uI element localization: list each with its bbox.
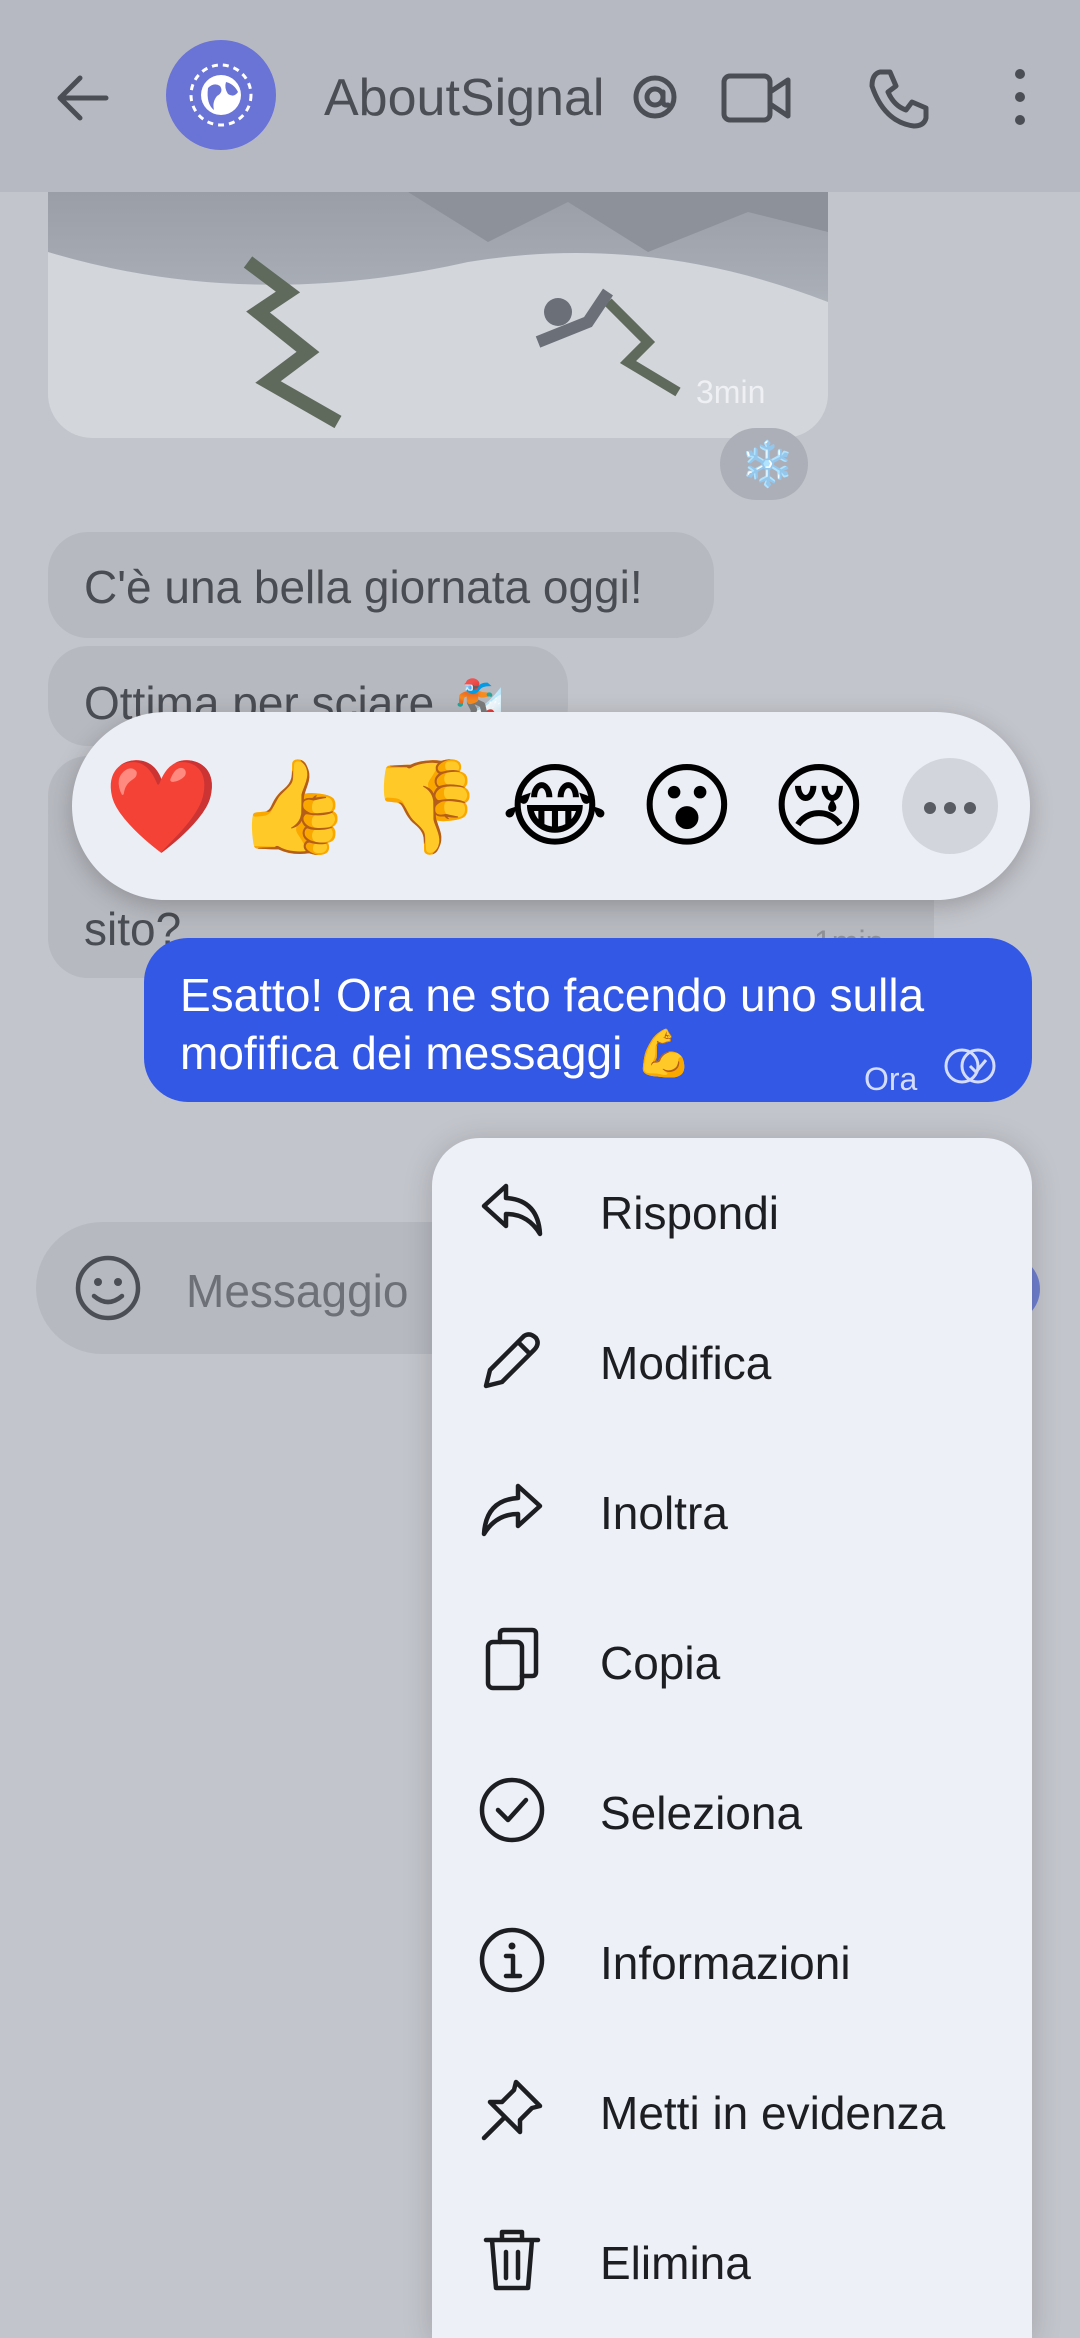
outgoing-message[interactable]: Esatto! Ora ne sto facendo uno sulla mof…: [144, 938, 1032, 1102]
menu-item-elimina[interactable]: Elimina: [432, 2188, 1032, 2338]
phone-icon[interactable]: [866, 66, 932, 132]
globe-avatar-icon: [189, 63, 253, 127]
trash-icon: [483, 2229, 541, 2291]
at-sign-icon: [633, 75, 677, 119]
message-input[interactable]: Messaggio: [186, 1264, 408, 1318]
forward-icon: [481, 1483, 543, 1537]
menu-item-inoltra[interactable]: Inoltra: [432, 1438, 1032, 1588]
message-text-line-1: Esatto! Ora ne sto facendo uno sulla: [180, 969, 925, 1021]
pin-icon: [481, 2079, 543, 2141]
menu-item-label: Seleziona: [600, 1787, 803, 1839]
menu-item-label: Informazioni: [600, 1937, 851, 1989]
reaction-picker: ❤️ 👍 👎 😂 😮 😢: [72, 712, 1030, 900]
read-receipt-icon: [944, 1048, 996, 1084]
menu-item-metti-in-evidenza[interactable]: Metti in evidenza: [432, 2038, 1032, 2188]
incoming-message-1[interactable]: C'è una bella giornata oggi!: [48, 532, 714, 638]
message-timestamp: Ora: [864, 1061, 918, 1097]
menu-item-label: Rispondi: [600, 1187, 779, 1239]
reply-icon: [481, 1183, 543, 1237]
more-dot: [944, 802, 956, 814]
copy-icon: [485, 1627, 539, 1691]
menu-item-label: Inoltra: [600, 1487, 728, 1539]
image-message[interactable]: 3min: [48, 192, 828, 438]
more-dots-icon: [924, 802, 936, 814]
reaction-heart[interactable]: ❤️: [104, 752, 219, 862]
emoji-icon[interactable]: [74, 1254, 142, 1322]
menu-item-label: Metti in evidenza: [600, 2087, 946, 2139]
pencil-icon: [483, 1332, 540, 1389]
message-context-menu: Rispondi Modifica Inoltra Copia Selezion…: [432, 1138, 1032, 2338]
message-text: C'è una bella giornata oggi!: [84, 561, 643, 613]
menu-item-label: Copia: [600, 1637, 721, 1689]
video-call-icon[interactable]: [720, 68, 792, 128]
back-arrow-icon[interactable]: [52, 66, 116, 130]
more-vert-icon[interactable]: [1004, 64, 1036, 130]
more-dot: [964, 802, 976, 814]
image-timestamp: 3min: [696, 374, 766, 410]
reaction-surprised[interactable]: 😮: [632, 752, 742, 862]
message-text-line-2: mofifica dei messaggi 💪: [180, 1027, 693, 1079]
reaction-laughing[interactable]: 😂: [500, 752, 610, 862]
menu-item-label: Modifica: [600, 1337, 772, 1389]
more-reactions-button[interactable]: [902, 758, 998, 854]
reaction-thumbs-up[interactable]: 👍: [236, 752, 351, 862]
info-icon: [479, 1927, 545, 1993]
menu-item-informazioni[interactable]: Informazioni: [432, 1888, 1032, 2038]
snowflake-reaction: ❄️: [740, 439, 795, 490]
contact-avatar[interactable]: [166, 40, 276, 150]
reaction-thumbs-down[interactable]: 👎: [368, 752, 483, 862]
contact-name[interactable]: AboutSignal: [324, 68, 604, 128]
menu-item-copia[interactable]: Copia: [432, 1588, 1032, 1738]
menu-item-rispondi[interactable]: Rispondi: [432, 1138, 1032, 1288]
check-circle-icon: [479, 1777, 545, 1843]
menu-item-modifica[interactable]: Modifica: [432, 1288, 1032, 1438]
menu-item-seleziona[interactable]: Seleziona: [432, 1738, 1032, 1888]
reaction-crying[interactable]: 😢: [764, 752, 874, 862]
menu-item-label: Elimina: [600, 2237, 751, 2289]
image-reaction-badge[interactable]: ❄️: [720, 428, 808, 500]
